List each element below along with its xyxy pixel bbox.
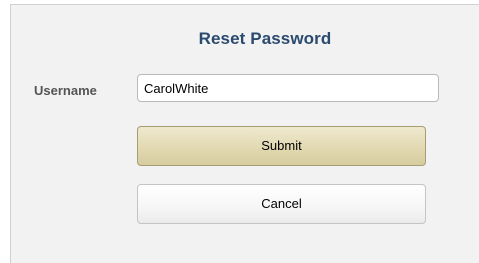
username-label: Username [34,83,97,98]
username-field[interactable] [137,74,439,102]
dialog-title: Reset Password [198,29,332,48]
reset-password-dialog: Reset Password Username Submit Cancel [10,4,479,263]
submit-button[interactable]: Submit [137,126,426,166]
cancel-button[interactable]: Cancel [137,184,426,224]
